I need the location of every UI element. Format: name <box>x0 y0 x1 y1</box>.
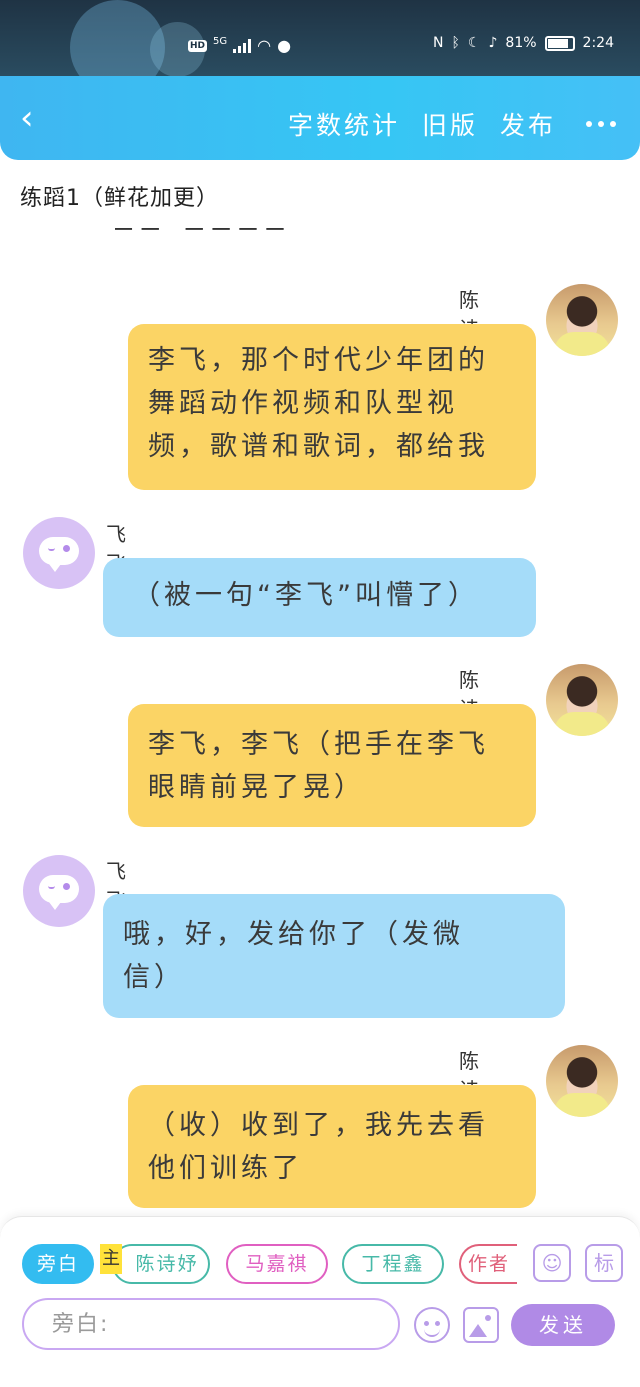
publish-button[interactable]: 发布 <box>500 106 556 142</box>
role-chip-author[interactable]: 作者 <box>459 1244 517 1284</box>
bubble-line: 信） <box>123 962 185 993</box>
message-icon: ● <box>277 36 292 55</box>
old-version-button[interactable]: 旧版 <box>422 106 478 142</box>
tag-button[interactable]: 标 <box>585 1244 623 1282</box>
bubble-line: 李飞，那个时代少年团的 <box>148 345 489 376</box>
network-type: 5G <box>213 36 228 47</box>
scrolled-text-fragment: ▔▔ ▔▔▔▔ <box>115 228 294 248</box>
status-bar: HD 5G ◠ ● N ᛒ ☾ ♪ 81% 2:24 <box>0 0 640 76</box>
clock: 2:24 <box>582 35 614 51</box>
bubble-line: 眼睛前晃了晃） <box>148 772 365 803</box>
chat-bubble[interactable]: 李飞，那个时代少年团的 舞蹈动作视频和队型视 频，歌谱和歌词，都给我 <box>128 324 536 490</box>
word-count-button[interactable]: 字数统计 <box>288 106 400 142</box>
battery-icon <box>544 35 575 51</box>
chat-bubble[interactable]: 哦，好，发给你了（发微 信） <box>103 894 565 1018</box>
bubble-line: （收）收到了，我先去看 <box>148 1110 489 1141</box>
bell-off-icon: ♪ <box>488 35 498 51</box>
bluetooth-icon: ᛒ <box>451 35 460 51</box>
chat-bubble[interactable]: （收）收到了，我先去看 他们训练了 <box>128 1085 536 1208</box>
chapter-title: 练蹈1（鲜花加更） <box>20 186 219 211</box>
chat-bot-avatar[interactable] <box>23 855 95 927</box>
bubble-line: （被一句“李飞”叫懵了） <box>133 580 479 611</box>
chat-bubble[interactable]: （被一句“李飞”叫懵了） <box>103 558 536 637</box>
hd-badge: HD <box>188 39 208 52</box>
contact-card-icon[interactable]: ☺ <box>533 1244 571 1282</box>
moon-icon: ☾ <box>467 35 481 51</box>
chat-bubble[interactable]: 李飞，李飞（把手在李飞 眼睛前晃了晃） <box>128 704 536 827</box>
nfc-icon: N <box>433 35 444 51</box>
message-input[interactable] <box>24 1300 398 1348</box>
bubble-line: 李飞，李飞（把手在李飞 <box>148 729 489 760</box>
signal-icon <box>233 38 252 53</box>
top-app-bar: ‹ 字数统计 旧版 发布 <box>0 76 640 160</box>
message-input-wrapper <box>22 1298 400 1350</box>
decor-circle <box>70 0 165 76</box>
avatar[interactable] <box>546 664 618 736</box>
wifi-icon: ◠ <box>257 36 272 55</box>
header-actions: 字数统计 旧版 发布 <box>288 106 616 142</box>
network-indicators: HD 5G ◠ ● <box>188 36 291 55</box>
avatar[interactable] <box>546 284 618 356</box>
battery-percent: 81% <box>505 35 537 51</box>
role-chip-chen-shiyu[interactable]: 陈诗妤 <box>112 1244 210 1284</box>
role-chip-narrator[interactable]: 旁白 <box>22 1244 94 1284</box>
chat-bot-avatar[interactable] <box>23 517 95 589</box>
send-button[interactable]: 发送 <box>511 1304 615 1346</box>
smile-icon[interactable] <box>414 1307 450 1343</box>
bubble-line: 频，歌谱和歌词，都给我 <box>148 431 489 462</box>
system-indicators: N ᛒ ☾ ♪ 81% 2:24 <box>433 35 614 51</box>
bubble-line: 哦，好，发给你了（发微 <box>123 919 464 950</box>
more-dots-icon[interactable] <box>586 121 616 127</box>
role-chip-ding-chengxin[interactable]: 丁程鑫 <box>342 1244 444 1284</box>
main-character-badge: 主 <box>100 1244 122 1274</box>
role-chip-ma-jiaqi[interactable]: 马嘉祺 <box>226 1244 328 1284</box>
avatar[interactable] <box>546 1045 618 1117</box>
image-icon[interactable] <box>463 1307 499 1343</box>
bubble-line: 他们训练了 <box>148 1153 303 1184</box>
bubble-line: 舞蹈动作视频和队型视 <box>148 388 458 419</box>
chevron-left-icon[interactable]: ‹ <box>20 100 56 136</box>
